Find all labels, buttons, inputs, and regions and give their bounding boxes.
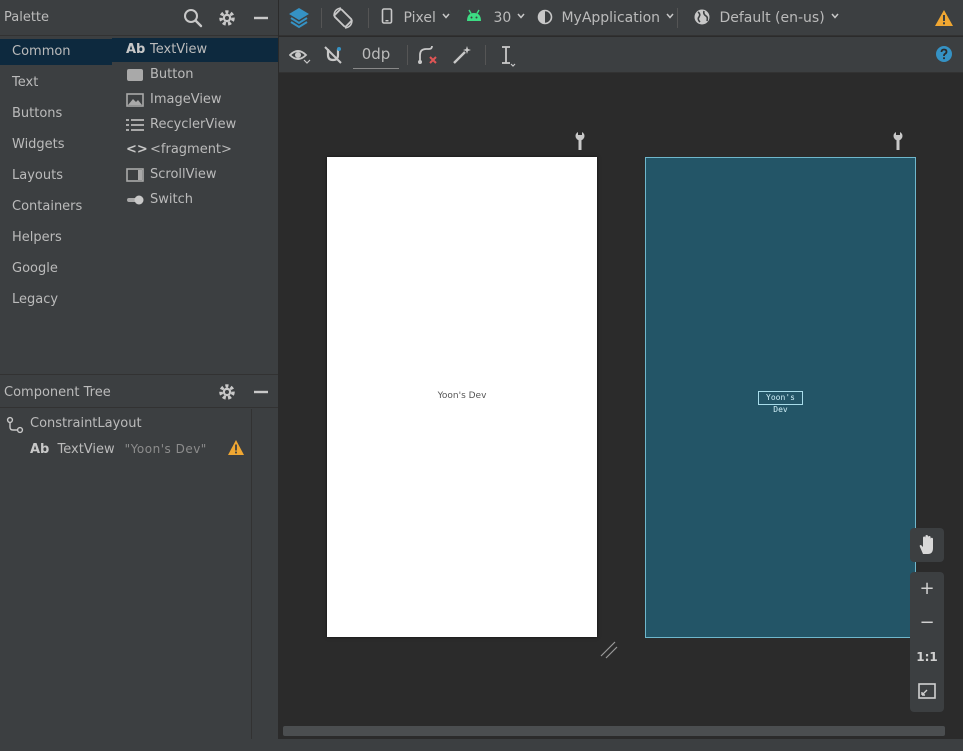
component-tree-header: Component Tree — [0, 374, 278, 408]
pan-button[interactable] — [910, 528, 944, 562]
tree-node-text-value: "Yoon's Dev" — [124, 442, 207, 456]
design-surface[interactable]: Yoon's Dev — [327, 157, 597, 637]
category-text[interactable]: Text — [0, 70, 112, 96]
zoom-out-button[interactable]: − — [910, 606, 944, 640]
category-buttons[interactable]: Buttons — [0, 101, 112, 127]
category-containers[interactable]: Containers — [0, 194, 112, 220]
api-level-selector[interactable]: 30 — [465, 4, 525, 32]
tree-node-label: TextView — [57, 442, 115, 457]
resize-handle-icon[interactable] — [599, 640, 619, 660]
design-toolbar: Pixel 30 MyApplication Default (en-us) — [279, 0, 963, 36]
zoom-controls: + − 1:1 — [910, 572, 944, 712]
horizontal-scrollbar[interactable] — [283, 726, 945, 736]
android-icon — [467, 9, 481, 21]
api-level-label: 30 — [493, 10, 512, 26]
constraint-toolbar: 0dp — [279, 37, 963, 73]
help-icon[interactable] — [935, 45, 953, 63]
palette-item-scrollview[interactable]: ScrollView — [112, 163, 278, 187]
orientation-icon[interactable] — [331, 4, 355, 32]
device-label: Pixel — [403, 10, 436, 26]
palette-title: Palette — [4, 10, 50, 25]
category-layouts[interactable]: Layouts — [0, 163, 112, 189]
palette-item-label: TextView — [150, 42, 208, 57]
warning-icon[interactable] — [227, 439, 245, 456]
warning-icon[interactable] — [934, 9, 954, 27]
theme-selector[interactable]: MyApplication — [537, 4, 674, 32]
blueprint-surface[interactable]: Yoon's Dev — [645, 157, 916, 638]
palette-item-switch[interactable]: Switch — [112, 188, 278, 212]
autoconnect-off-icon[interactable] — [323, 45, 343, 65]
switch-icon — [127, 195, 144, 205]
component-tree: ConstraintLayout Ab TextView "Yoon's Dev" — [0, 409, 252, 739]
blueprint-textview[interactable]: Yoon's Dev — [758, 391, 803, 414]
palette-item-button[interactable]: Button — [112, 63, 278, 87]
palette-item-label: ImageView — [150, 92, 222, 107]
chevron-down-icon — [442, 13, 450, 19]
wrench-icon[interactable] — [573, 131, 587, 151]
palette-item-textview[interactable]: Ab TextView — [112, 38, 278, 62]
palette-item-label: Switch — [150, 192, 193, 207]
minimize-icon[interactable] — [250, 381, 272, 403]
constraint-layout-icon — [6, 416, 24, 434]
gear-icon[interactable] — [216, 381, 238, 403]
design-textview[interactable]: Yoon's Dev — [327, 391, 597, 401]
category-google[interactable]: Google — [0, 256, 112, 282]
phone-icon — [381, 8, 393, 24]
chevron-down-icon — [831, 13, 839, 19]
fragment-icon: <> — [126, 142, 148, 157]
globe-icon — [694, 9, 710, 25]
theme-icon — [537, 9, 553, 25]
hand-icon — [919, 535, 933, 554]
recyclerview-icon — [126, 119, 144, 131]
eye-icon[interactable] — [289, 45, 311, 65]
status-strip — [0, 739, 963, 751]
palette-item-label: RecyclerView — [150, 117, 237, 132]
palette-items: Ab TextView Button ImageView RecyclerVie… — [112, 37, 278, 364]
palette-item-label: <fragment> — [150, 142, 232, 157]
category-common[interactable]: Common — [0, 39, 112, 65]
device-selector[interactable]: Pixel — [381, 4, 450, 32]
layers-icon[interactable] — [287, 4, 311, 32]
locale-label: Default (en-us) — [719, 10, 825, 26]
guidelines-icon[interactable] — [497, 45, 519, 67]
minimize-icon[interactable] — [250, 7, 272, 29]
gear-icon[interactable] — [216, 7, 238, 29]
zoom-to-fit-button[interactable] — [910, 674, 944, 708]
scrollview-icon — [126, 168, 144, 182]
palette-header: Palette — [0, 0, 278, 36]
tree-node-label: ConstraintLayout — [30, 416, 142, 431]
chevron-down-icon — [517, 13, 525, 19]
default-margin-selector[interactable]: 0dp — [353, 41, 399, 69]
palette-item-label: Button — [150, 67, 194, 82]
wrench-icon[interactable] — [891, 131, 905, 151]
zoom-to-fit-icon — [918, 683, 936, 699]
tree-node-constraintlayout[interactable]: ConstraintLayout — [6, 413, 142, 435]
category-widgets[interactable]: Widgets — [0, 132, 112, 158]
textview-icon: Ab — [126, 42, 146, 57]
category-helpers[interactable]: Helpers — [0, 225, 112, 251]
palette-item-imageview[interactable]: ImageView — [112, 88, 278, 112]
theme-label: MyApplication — [561, 10, 661, 26]
category-legacy[interactable]: Legacy — [0, 287, 112, 313]
left-panel: Palette Common Text Buttons Widgets Layo… — [0, 0, 278, 751]
zoom-in-button[interactable]: + — [910, 572, 944, 606]
actual-size-button[interactable]: 1:1 — [910, 640, 944, 674]
button-icon — [127, 69, 143, 81]
palette-item-label: ScrollView — [150, 167, 217, 182]
textview-icon: Ab — [30, 442, 50, 457]
palette-categories: Common Text Buttons Widgets Layouts Cont… — [0, 37, 112, 364]
design-canvas[interactable]: Yoon's Dev Yoon's Dev + − 1:1 — [279, 74, 963, 751]
locale-selector[interactable]: Default (en-us) — [693, 4, 839, 32]
clear-constraints-icon[interactable] — [417, 45, 439, 65]
magic-wand-icon[interactable] — [451, 45, 473, 65]
search-icon[interactable] — [182, 7, 204, 29]
chevron-down-icon — [666, 13, 674, 19]
component-tree-title: Component Tree — [4, 385, 111, 400]
palette-item-recyclerview[interactable]: RecyclerView — [112, 113, 278, 137]
palette-item-fragment[interactable]: <> <fragment> — [112, 138, 278, 162]
imageview-icon — [126, 93, 144, 107]
tree-node-textview[interactable]: Ab TextView "Yoon's Dev" — [30, 438, 207, 460]
